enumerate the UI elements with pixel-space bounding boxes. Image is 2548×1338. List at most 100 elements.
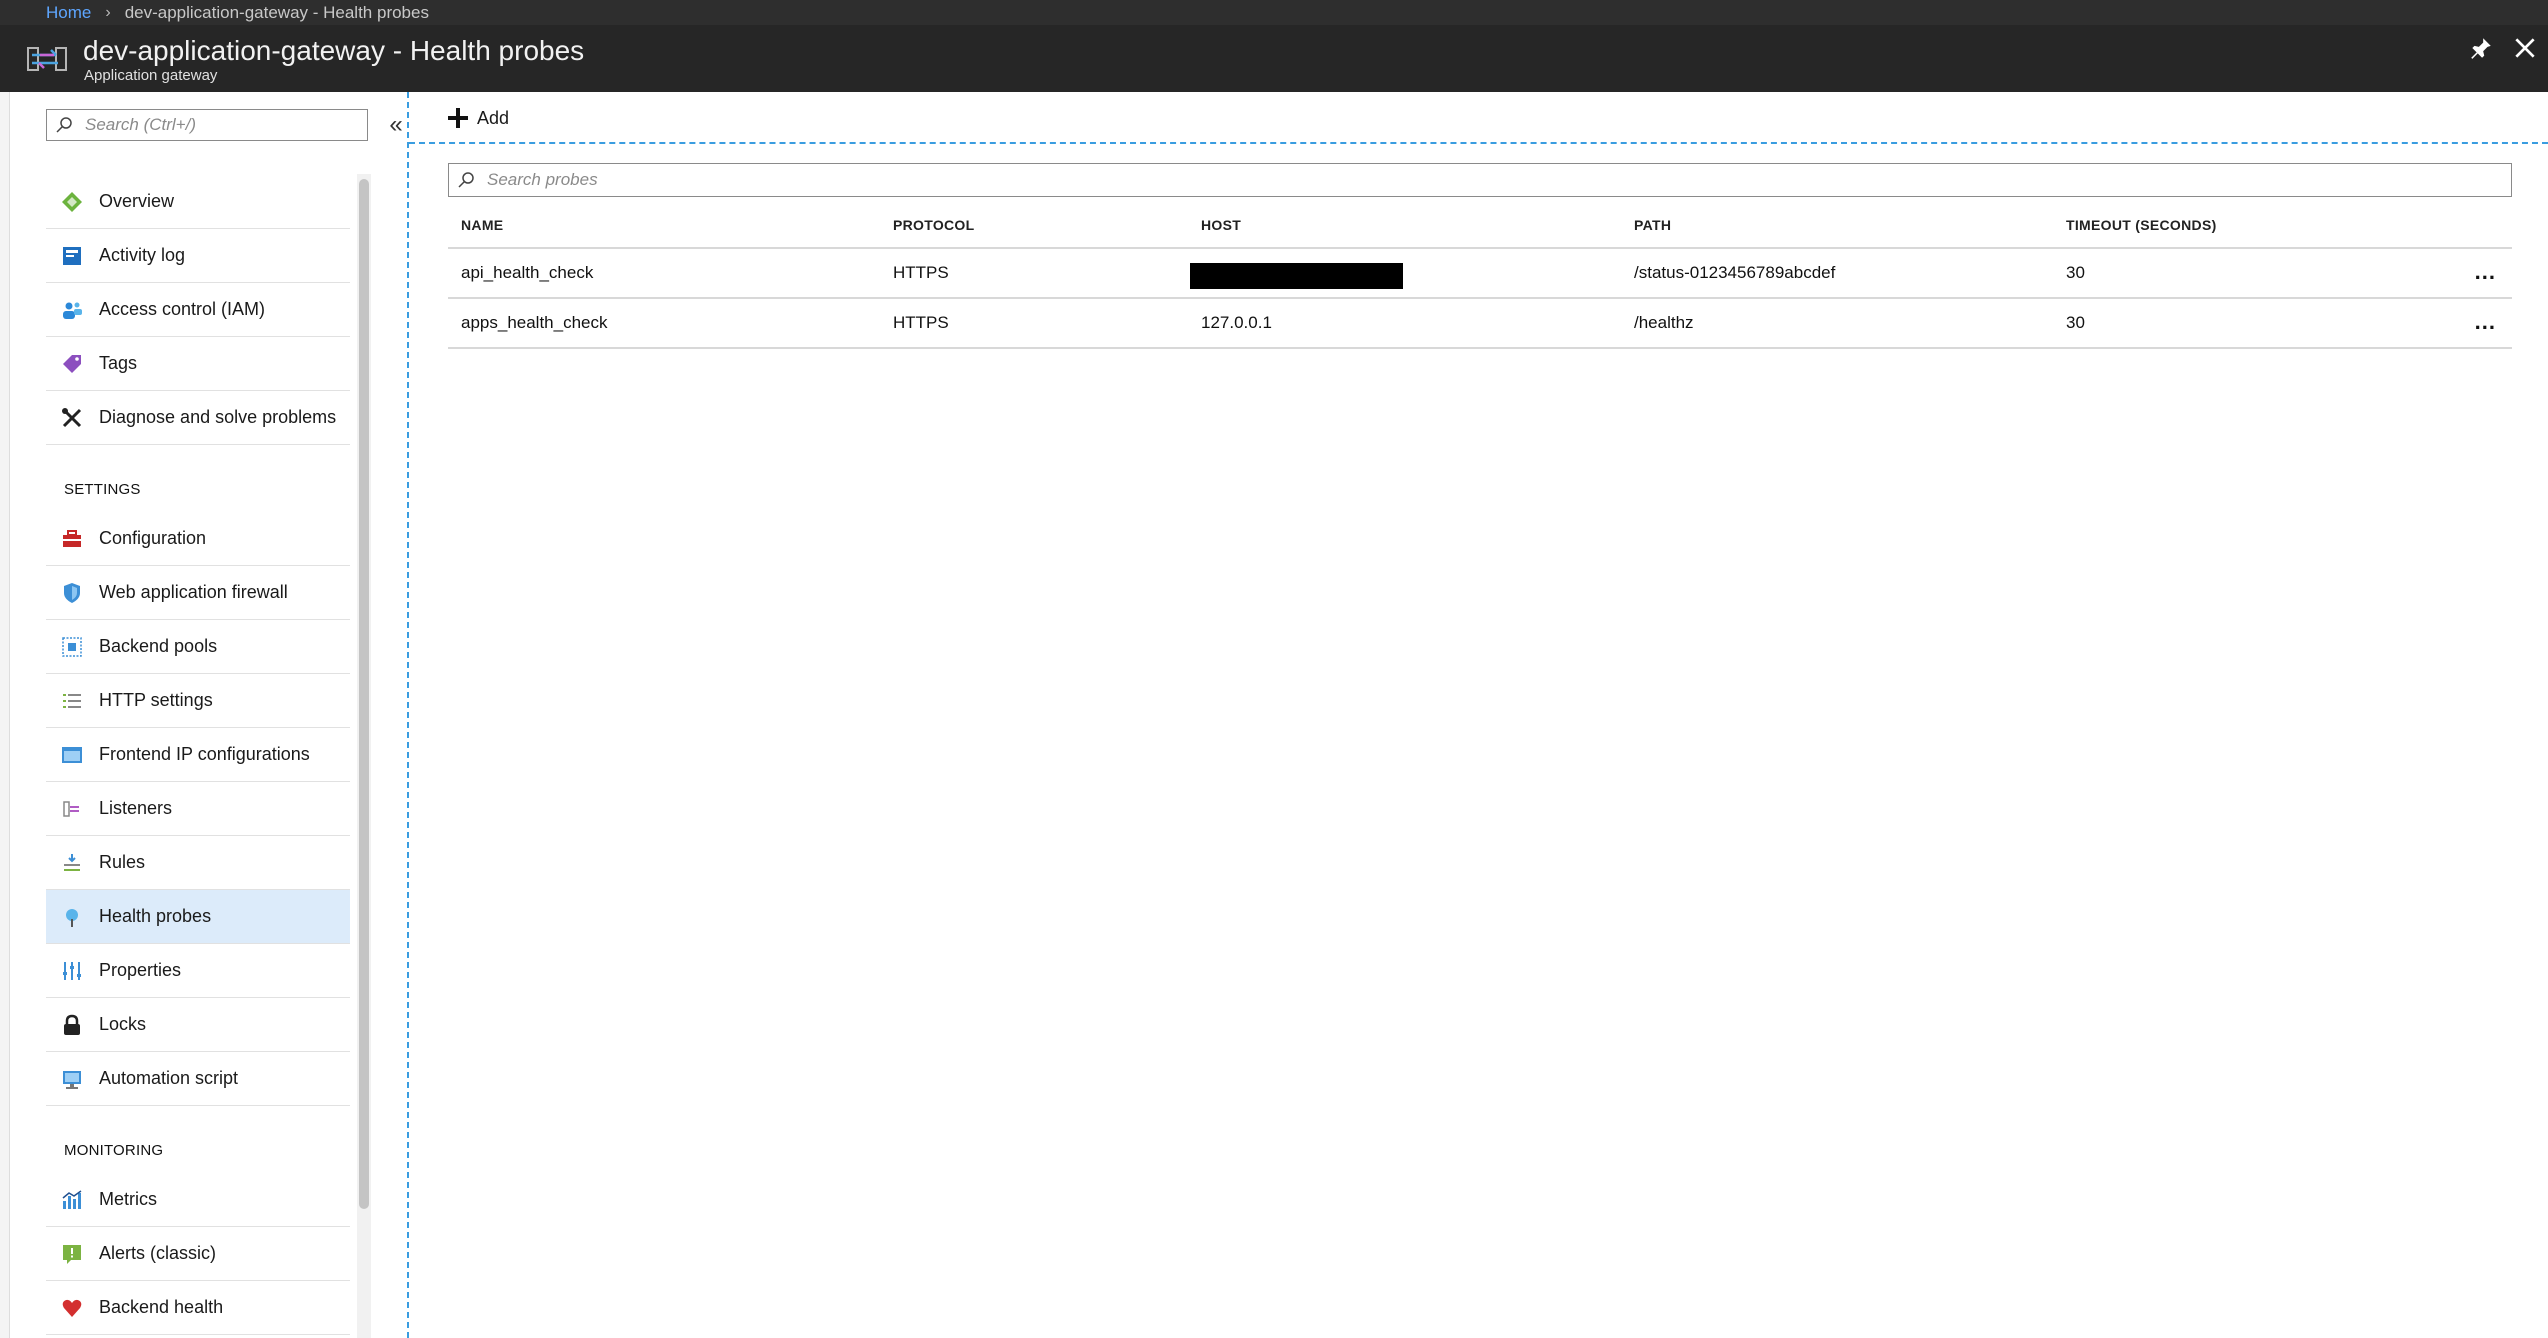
- table-header: NAME PROTOCOL HOST PATH TIMEOUT (SECONDS…: [448, 199, 2512, 249]
- menu-item-label: Health probes: [99, 906, 212, 926]
- section-header-monitoring: MONITORING: [64, 1142, 164, 1159]
- listener-icon: [63, 800, 79, 817]
- cell-path: /status-0123456789abcdef: [1634, 263, 1836, 282]
- menu-item-metrics[interactable]: Metrics: [46, 1173, 350, 1227]
- menu-item-label: Alerts (classic): [99, 1243, 217, 1263]
- cell-host: 127.0.0.1: [1201, 313, 1272, 332]
- menu-item-label: Access control (IAM): [99, 299, 266, 319]
- cell-host-redacted: [1190, 263, 1403, 289]
- menu-item-health-probes[interactable]: Health probes: [46, 890, 350, 944]
- menu-item-frontend-ip[interactable]: Frontend IP configurations: [46, 728, 350, 782]
- list-icon: [63, 693, 81, 708]
- menu-item-backend-pools[interactable]: Backend pools: [46, 620, 350, 674]
- menu-item-label: Activity log: [99, 245, 186, 265]
- search-icon: [458, 172, 474, 188]
- overview-icon: [62, 191, 82, 212]
- shield-icon: [64, 582, 80, 603]
- column-header-timeout[interactable]: TIMEOUT (SECONDS): [2066, 217, 2217, 233]
- menu-search-input[interactable]: [85, 115, 365, 135]
- section-header-settings: SETTINGS: [64, 481, 141, 498]
- toolbox-icon: [63, 529, 81, 547]
- lock-icon: [64, 1014, 80, 1035]
- resource-menu: « Overview Activity log A: [10, 92, 408, 1338]
- cell-timeout: 30: [2066, 263, 2085, 282]
- menu-list: Overview Activity log Access control (IA…: [46, 175, 350, 1335]
- breadcrumb: Home › dev-application-gateway - Health …: [0, 0, 2548, 25]
- menu-item-label: Metrics: [99, 1189, 157, 1209]
- command-bar: Add: [409, 92, 2548, 144]
- column-header-host[interactable]: HOST: [1201, 217, 1241, 233]
- cell-name: api_health_check: [461, 263, 594, 282]
- menu-item-access-control[interactable]: Access control (IAM): [46, 283, 350, 337]
- alert-icon: [63, 1244, 81, 1264]
- column-header-name[interactable]: NAME: [461, 217, 503, 233]
- menu-item-listeners[interactable]: Listeners: [46, 782, 350, 836]
- breadcrumb-home-link[interactable]: Home: [46, 3, 91, 23]
- pin-icon[interactable]: [2468, 35, 2494, 61]
- breadcrumb-separator-icon: ›: [105, 3, 111, 21]
- health-probe-icon: [66, 908, 78, 927]
- wrench-icon: [62, 407, 82, 427]
- menu-item-label: Tags: [99, 353, 138, 373]
- table-row[interactable]: api_health_check HTTPS /status-012345678…: [448, 249, 2512, 299]
- menu-item-diagnose[interactable]: Diagnose and solve problems: [46, 391, 350, 445]
- frontend-ip-icon: [62, 746, 82, 763]
- cell-name: apps_health_check: [461, 313, 608, 332]
- menu-item-label: Overview: [99, 191, 175, 211]
- main-content: Add NAME PROTOCOL HOST PATH TIMEOUT (SEC…: [409, 92, 2548, 1338]
- metrics-icon: [62, 1189, 82, 1209]
- tag-icon: [63, 354, 81, 373]
- page-title: dev-application-gateway - Health probes: [83, 35, 585, 66]
- backend-pool-icon: [62, 636, 82, 657]
- probes-table: NAME PROTOCOL HOST PATH TIMEOUT (SECONDS…: [448, 199, 2512, 349]
- page-subtitle: Application gateway: [84, 67, 218, 84]
- probe-search-input[interactable]: [487, 170, 2387, 190]
- menu-item-label: Properties: [99, 960, 182, 980]
- menu-item-activity-log[interactable]: Activity log: [46, 229, 350, 283]
- menu-search-box: [46, 109, 368, 141]
- menu-item-label: Backend health: [99, 1297, 224, 1317]
- menu-item-label: Rules: [99, 852, 146, 872]
- collapse-menu-button[interactable]: «: [383, 111, 409, 138]
- probe-search-box: [448, 163, 2512, 197]
- row-more-options-button[interactable]: ...: [2475, 259, 2496, 285]
- column-header-path[interactable]: PATH: [1634, 217, 1671, 233]
- cell-timeout: 30: [2066, 313, 2085, 332]
- add-probe-button[interactable]: Add: [447, 104, 509, 132]
- menu-item-automation-script[interactable]: Automation script: [46, 1052, 350, 1106]
- cell-path: /healthz: [1634, 313, 1694, 332]
- row-more-options-button[interactable]: ...: [2475, 309, 2496, 335]
- cell-protocol: HTTPS: [893, 313, 949, 332]
- heart-icon: [62, 1299, 82, 1317]
- cell-protocol: HTTPS: [893, 263, 949, 282]
- column-header-protocol[interactable]: PROTOCOL: [893, 217, 974, 233]
- menu-item-configuration[interactable]: Configuration: [46, 512, 350, 566]
- menu-item-properties[interactable]: Properties: [46, 944, 350, 998]
- blade-header: dev-application-gateway - Health probes …: [0, 25, 2548, 92]
- menu-item-label: Diagnose and solve problems: [99, 407, 337, 427]
- breadcrumb-current: dev-application-gateway - Health probes: [124, 2, 429, 22]
- menu-item-alerts-classic[interactable]: Alerts (classic): [46, 1227, 350, 1281]
- properties-icon: [63, 961, 81, 980]
- rules-icon: [64, 853, 80, 871]
- menu-item-label: Configuration: [99, 528, 207, 548]
- menu-item-label: Web application firewall: [99, 582, 288, 602]
- close-icon[interactable]: [2512, 35, 2538, 61]
- menu-item-overview[interactable]: Overview: [46, 175, 350, 229]
- plus-icon: [448, 108, 468, 128]
- search-icon: [56, 117, 72, 133]
- menu-scrollbar-thumb[interactable]: [359, 179, 369, 1209]
- menu-item-label: Listeners: [99, 798, 173, 818]
- access-control-icon: [63, 302, 82, 319]
- menu-item-label: Automation script: [99, 1068, 239, 1088]
- menu-item-http-settings[interactable]: HTTP settings: [46, 674, 350, 728]
- menu-item-rules[interactable]: Rules: [46, 836, 350, 890]
- menu-item-label: Locks: [99, 1014, 147, 1034]
- menu-item-backend-health[interactable]: Backend health: [46, 1281, 350, 1335]
- automation-script-icon: [63, 1070, 81, 1089]
- menu-item-label: Frontend IP configurations: [99, 744, 310, 764]
- table-row[interactable]: apps_health_check HTTPS 127.0.0.1 /healt…: [448, 299, 2512, 349]
- menu-item-waf[interactable]: Web application firewall: [46, 566, 350, 620]
- menu-item-tags[interactable]: Tags: [46, 337, 350, 391]
- menu-item-locks[interactable]: Locks: [46, 998, 350, 1052]
